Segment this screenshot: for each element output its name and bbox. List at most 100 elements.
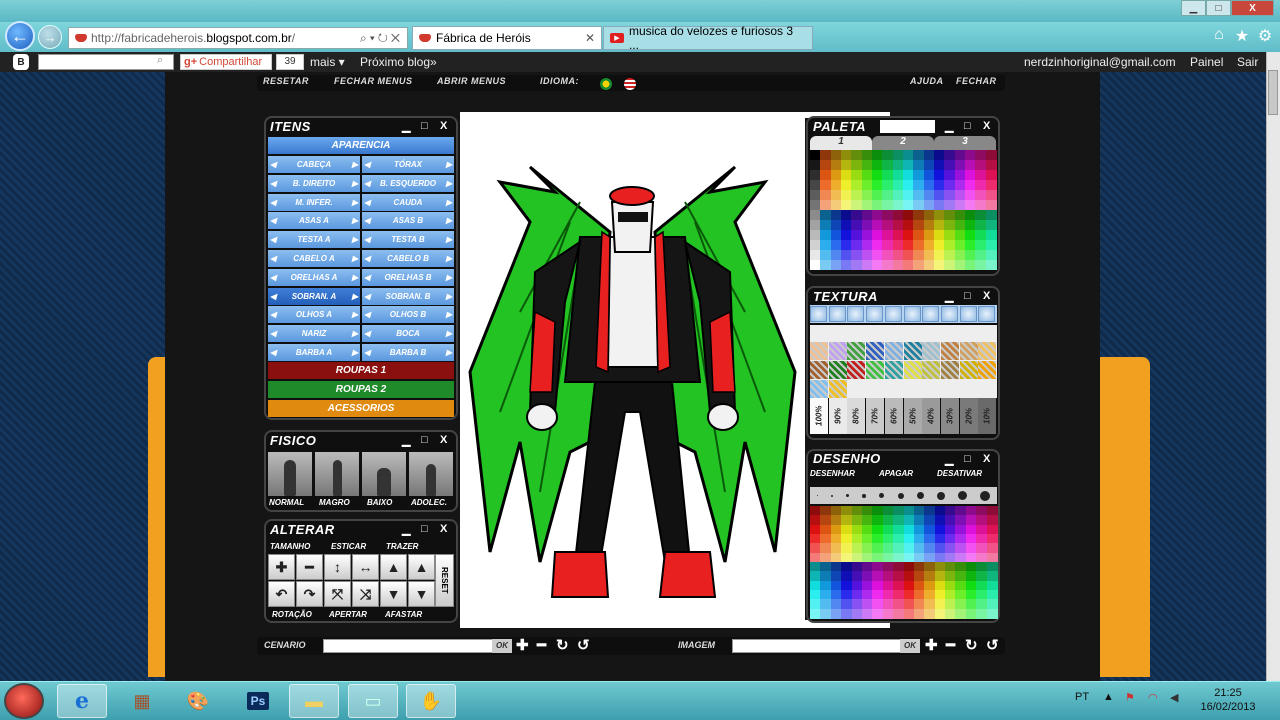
texture-swatch[interactable] (978, 361, 997, 379)
item-selector[interactable]: ◀ SOBRAN. B ▶ (362, 287, 454, 305)
color-swatch[interactable] (830, 210, 842, 220)
color-swatch[interactable] (924, 608, 936, 619)
color-swatch[interactable] (892, 200, 904, 210)
item-selector[interactable]: ◀ ASAS A ▶ (268, 212, 360, 230)
color-swatch[interactable] (985, 210, 997, 220)
back-button[interactable]: ← (5, 21, 35, 51)
arrow-left-icon[interactable]: ◀ (364, 160, 370, 169)
taskbar-window-icon[interactable]: ▭ (348, 684, 398, 718)
scrollbar-thumb[interactable] (1268, 70, 1278, 115)
items-maximize-button[interactable]: □ (421, 120, 428, 132)
drawing-close-button[interactable]: X (983, 453, 990, 465)
clothes-2-category[interactable]: ROUPAS 2 (268, 381, 454, 398)
texture-swatch[interactable] (866, 361, 885, 379)
color-swatch[interactable] (923, 240, 935, 250)
item-selector[interactable]: ◀ B. DIREITO ▶ (268, 174, 360, 192)
scenery-url-input[interactable] (323, 639, 493, 653)
color-swatch[interactable] (965, 608, 977, 619)
brush-size-option[interactable] (897, 492, 904, 499)
opacity-button[interactable]: 20% (959, 398, 978, 434)
brush-size-option[interactable] (816, 495, 818, 496)
arrow-right-icon[interactable]: ▶ (352, 292, 358, 301)
brush-size-option[interactable] (958, 491, 968, 500)
item-selector[interactable]: ◀ CABEÇA ▶ (268, 156, 360, 173)
opacity-button[interactable]: 10% (978, 398, 997, 434)
arrow-left-icon[interactable]: ◀ (270, 310, 276, 319)
forward-button[interactable]: → (38, 25, 62, 49)
brush-size-option[interactable] (916, 492, 924, 499)
item-selector[interactable]: ◀ BARBA B ▶ (362, 344, 454, 361)
item-selector[interactable]: ◀ B. ESQUERDO ▶ (362, 174, 454, 192)
texture-swatch[interactable] (847, 361, 866, 379)
color-swatch[interactable] (861, 240, 873, 250)
arrow-right-icon[interactable]: ▶ (446, 310, 452, 319)
tray-network-icon[interactable]: ◠ (1148, 691, 1158, 704)
color-swatch[interactable] (892, 220, 904, 230)
transform-button[interactable]: ↕ (324, 554, 351, 580)
arrow-right-icon[interactable]: ▶ (352, 254, 358, 263)
palette-color-grid[interactable] (810, 150, 997, 270)
transform-button[interactable]: ⤨ (352, 581, 379, 607)
texture-minimize-button[interactable]: ▁ (945, 290, 953, 303)
arrow-right-icon[interactable]: ▶ (446, 160, 452, 169)
arrow-right-icon[interactable]: ▶ (352, 310, 358, 319)
color-swatch[interactable] (923, 180, 935, 190)
color-swatch[interactable] (986, 608, 998, 619)
item-selector[interactable]: ◀ TESTA B ▶ (362, 231, 454, 249)
texture-swatch[interactable] (828, 361, 847, 379)
items-close-button[interactable]: X (440, 120, 447, 132)
color-swatch[interactable] (954, 210, 966, 220)
image-rotate-left-button[interactable]: ↺ (986, 636, 999, 654)
close-menus-button[interactable]: FECHAR MENUS (334, 76, 413, 86)
color-swatch[interactable] (841, 608, 853, 619)
texture-swatch[interactable] (847, 342, 866, 360)
texture-swatch[interactable] (922, 342, 941, 360)
color-swatch[interactable] (830, 250, 842, 260)
texture-strip[interactable] (810, 305, 997, 323)
color-swatch[interactable] (830, 200, 842, 210)
transform-close-button[interactable]: X (440, 523, 447, 535)
logout-link[interactable]: Sair (1237, 54, 1258, 70)
arrow-left-icon[interactable]: ◀ (364, 179, 370, 188)
brush-size-option[interactable] (980, 490, 991, 501)
arrow-left-icon[interactable]: ◀ (364, 348, 370, 357)
color-swatch[interactable] (923, 260, 935, 270)
deactivate-button[interactable]: DESATIVAR (937, 469, 982, 478)
item-selector[interactable]: ◀ BOCA ▶ (362, 325, 454, 343)
color-swatch[interactable] (923, 190, 935, 200)
arrow-left-icon[interactable]: ◀ (364, 216, 370, 225)
texture-swatch[interactable] (884, 342, 903, 360)
texture-swatch[interactable] (810, 361, 828, 379)
color-swatch[interactable] (923, 250, 935, 260)
arrow-left-icon[interactable]: ◀ (270, 160, 276, 169)
texture-swatch[interactable] (959, 306, 977, 322)
image-zoom-in-button[interactable]: ✚ (925, 636, 938, 654)
color-swatch[interactable] (892, 260, 904, 270)
color-swatch[interactable] (923, 160, 935, 170)
close-tab-icon[interactable]: ✕ (585, 31, 595, 45)
color-swatch[interactable] (923, 220, 935, 230)
color-swatch[interactable] (861, 210, 873, 220)
input-language[interactable]: PT (1075, 691, 1089, 703)
texture-swatch[interactable] (978, 306, 996, 322)
accessories-category[interactable]: ACESSORIOS (268, 400, 454, 417)
usa-flag-icon[interactable] (624, 78, 636, 90)
opacity-button[interactable]: 100% (810, 398, 828, 434)
item-selector[interactable]: ◀ TÓRAX ▶ (362, 156, 454, 173)
appearance-category[interactable]: APARENCIA (268, 137, 454, 154)
color-swatch[interactable] (861, 160, 873, 170)
color-swatch[interactable] (892, 150, 904, 160)
image-url-input[interactable] (732, 639, 902, 653)
palette-minimize-button[interactable]: ▁ (945, 120, 953, 133)
taskbar-archive-icon[interactable]: ▦ (117, 684, 167, 718)
color-swatch[interactable] (923, 210, 935, 220)
color-swatch[interactable] (954, 240, 966, 250)
arrow-right-icon[interactable]: ▶ (352, 329, 358, 338)
taskbar-ie-icon[interactable]: e (57, 684, 107, 718)
color-swatch[interactable] (830, 190, 842, 200)
brush-size-option[interactable] (936, 491, 945, 500)
color-swatch[interactable] (923, 150, 935, 160)
physique-close-button[interactable]: X (440, 434, 447, 446)
close-app-button[interactable]: FECHAR (956, 76, 997, 86)
texture-swatch[interactable] (903, 342, 922, 360)
